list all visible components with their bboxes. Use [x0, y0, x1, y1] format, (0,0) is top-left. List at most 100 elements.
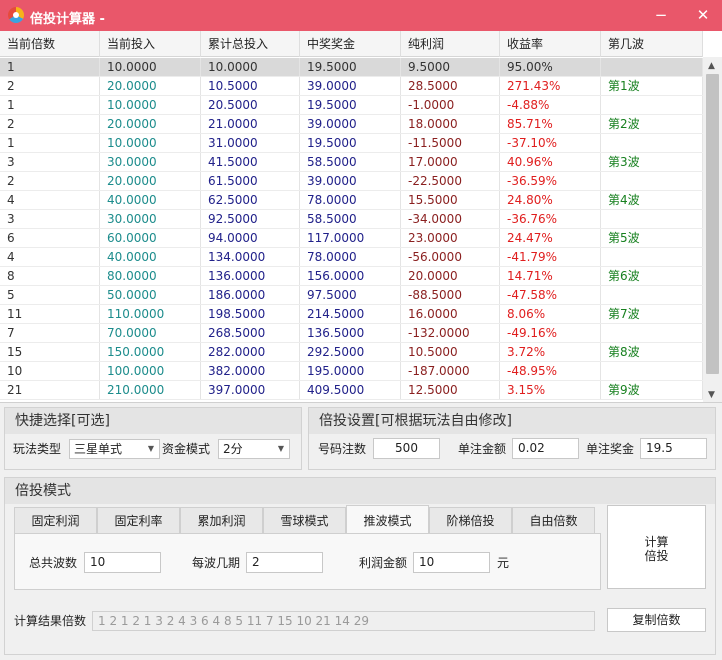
table-row[interactable]: 4 40.0000 62.5000 78.0000 15.5000 24.80% 第4波: [0, 191, 703, 210]
table-cell: 214.5000: [300, 305, 401, 323]
table-cell: 9.5000: [401, 58, 500, 76]
table-cell: 第5波: [601, 229, 703, 247]
table-cell: 第9波: [601, 381, 703, 399]
table-cell: 2: [0, 115, 100, 133]
scroll-down-arrow-icon[interactable]: ▼: [708, 390, 715, 400]
table-cell: 7: [0, 324, 100, 342]
table-cell: 20.5000: [201, 96, 300, 114]
table-cell: 40.96%: [500, 153, 601, 171]
table-row[interactable]: 1 10.0000 10.0000 19.5000 9.5000 95.00%: [0, 58, 703, 77]
scrollbar-thumb[interactable]: [706, 74, 719, 374]
table-row[interactable]: 5 50.0000 186.0000 97.5000 -88.5000 -47.58%: [0, 286, 703, 305]
table-cell: -41.79%: [500, 248, 601, 266]
app-logo-icon: [8, 7, 24, 23]
table-row[interactable]: 10 100.0000 382.0000 195.0000 -187.0000 -48.9…: [0, 362, 703, 381]
mode-tab[interactable]: 推波模式: [346, 505, 429, 534]
table-row[interactable]: 3 30.0000 92.5000 58.5000 -34.0000 -36.76%: [0, 210, 703, 229]
grid-body: 1 10.0000 10.0000 19.5000 9.5000 95.00% 2 20.00…: [0, 58, 703, 400]
minimize-button[interactable]: −: [646, 4, 676, 26]
table-cell: 282.0000: [201, 343, 300, 361]
periods-per-wave-input[interactable]: 2: [246, 552, 323, 573]
table-cell: 2: [0, 77, 100, 95]
mode-tab[interactable]: 固定利率: [97, 507, 180, 534]
column-header[interactable]: 纯利润: [401, 31, 500, 57]
table-cell: 80.0000: [100, 267, 201, 285]
result-label: 计算结果倍数: [14, 614, 87, 628]
table-row[interactable]: 2 20.0000 10.5000 39.0000 28.5000 271.43% 第1波: [0, 77, 703, 96]
table-cell: 20.0000: [100, 115, 201, 133]
mode-tab[interactable]: 自由倍数: [512, 507, 595, 534]
table-cell: 50.0000: [100, 286, 201, 304]
table-cell: 21.0000: [201, 115, 300, 133]
table-row[interactable]: 3 30.0000 41.5000 58.5000 17.0000 40.96% 第3波: [0, 153, 703, 172]
fund-mode-select[interactable]: 2分 ▼: [218, 439, 290, 459]
table-cell: 10.5000: [401, 343, 500, 361]
table-cell: 62.5000: [201, 191, 300, 209]
column-header[interactable]: 累计总投入: [201, 31, 300, 57]
play-type-select[interactable]: 三星单式 ▼: [69, 439, 160, 459]
calculate-button[interactable]: 计算 倍投: [607, 505, 706, 589]
column-header[interactable]: 收益率: [500, 31, 601, 57]
table-cell: 14.71%: [500, 267, 601, 285]
table-cell: 16.0000: [401, 305, 500, 323]
table-row[interactable]: 15 150.0000 282.0000 292.5000 10.5000 3.72% 第8…: [0, 343, 703, 362]
profit-amount-label: 利润金额: [359, 556, 408, 570]
column-header[interactable]: 当前投入: [100, 31, 201, 57]
table-row[interactable]: 8 80.0000 136.0000 156.0000 20.0000 14.71% 第6波: [0, 267, 703, 286]
bet-count-input[interactable]: 500: [373, 438, 440, 459]
table-cell: 第2波: [601, 115, 703, 133]
table-cell: 268.5000: [201, 324, 300, 342]
column-header[interactable]: 当前倍数: [0, 31, 100, 57]
table-cell: [601, 58, 703, 76]
table-cell: -4.88%: [500, 96, 601, 114]
table-cell: 134.0000: [201, 248, 300, 266]
table-row[interactable]: 4 40.0000 134.0000 78.0000 -56.0000 -41.79%: [0, 248, 703, 267]
table-cell: [601, 172, 703, 190]
mode-tab[interactable]: 阶梯倍投: [429, 507, 512, 534]
play-type-value: 三星单式: [74, 442, 123, 456]
table-row[interactable]: 2 20.0000 61.5000 39.0000 -22.5000 -36.59%: [0, 172, 703, 191]
mode-tabs: 固定利润 固定利率 累加利润 雪球模式 推波模式 阶梯倍投 自由倍数: [14, 505, 595, 534]
table-row[interactable]: 6 60.0000 94.0000 117.0000 23.0000 24.47% 第5波: [0, 229, 703, 248]
table-row[interactable]: 11 110.0000 198.5000 214.5000 16.0000 8.06% 第7…: [0, 305, 703, 324]
mode-tab[interactable]: 固定利润: [14, 507, 97, 534]
table-row[interactable]: 7 70.0000 268.5000 136.5000 -132.0000 -49.16%: [0, 324, 703, 343]
unit-prize-input[interactable]: 19.5: [640, 438, 707, 459]
table-cell: 195.0000: [300, 362, 401, 380]
table-cell: -187.0000: [401, 362, 500, 380]
mode-tab[interactable]: 累加利润: [180, 507, 263, 534]
quick-select-title: 快捷选择[可选]: [5, 408, 301, 434]
unit-amount-input[interactable]: 0.02: [512, 438, 579, 459]
table-cell: 136.5000: [300, 324, 401, 342]
table-cell: 8.06%: [500, 305, 601, 323]
table-cell: 60.0000: [100, 229, 201, 247]
table-cell: 3: [0, 210, 100, 228]
mode-tab[interactable]: 雪球模式: [263, 507, 346, 534]
settings-group: 倍投设置[可根据玩法自由修改] 号码注数 500 单注金额 0.02 单注奖金 …: [308, 407, 716, 470]
table-cell: [601, 210, 703, 228]
table-row[interactable]: 1 10.0000 31.0000 19.5000 -11.5000 -37.10%: [0, 134, 703, 153]
table-row[interactable]: 2 20.0000 21.0000 39.0000 18.0000 85.71% 第2波: [0, 115, 703, 134]
scroll-up-arrow-icon[interactable]: ▲: [708, 61, 715, 71]
table-cell: 40.0000: [100, 191, 201, 209]
chevron-down-icon: ▼: [147, 444, 154, 453]
column-header[interactable]: 中奖奖金: [300, 31, 401, 57]
total-waves-input[interactable]: 10: [84, 552, 161, 573]
calculate-button-line1: 计算: [644, 535, 669, 549]
result-output[interactable]: 1 2 1 2 1 3 2 4 3 6 4 8 5 11 7 15 10 21 …: [92, 611, 595, 631]
grid-scrollbar[interactable]: ▲ ▼: [703, 57, 722, 402]
profit-amount-input[interactable]: 10: [413, 552, 490, 573]
column-header[interactable]: 第几波: [601, 31, 703, 57]
table-cell: 20.0000: [401, 267, 500, 285]
table-row[interactable]: 21 210.0000 397.0000 409.5000 12.5000 3.15% 第9…: [0, 381, 703, 400]
copy-multiples-button[interactable]: 复制倍数: [607, 608, 706, 632]
table-cell: 3: [0, 153, 100, 171]
table-cell: 28.5000: [401, 77, 500, 95]
table-cell: 39.0000: [300, 172, 401, 190]
table-cell: 19.5000: [300, 134, 401, 152]
table-cell: 10.0000: [100, 96, 201, 114]
table-cell: 4: [0, 248, 100, 266]
profit-unit-label: 元: [497, 556, 510, 570]
close-button[interactable]: ✕: [688, 4, 718, 26]
table-row[interactable]: 1 10.0000 20.5000 19.5000 -1.0000 -4.88%: [0, 96, 703, 115]
